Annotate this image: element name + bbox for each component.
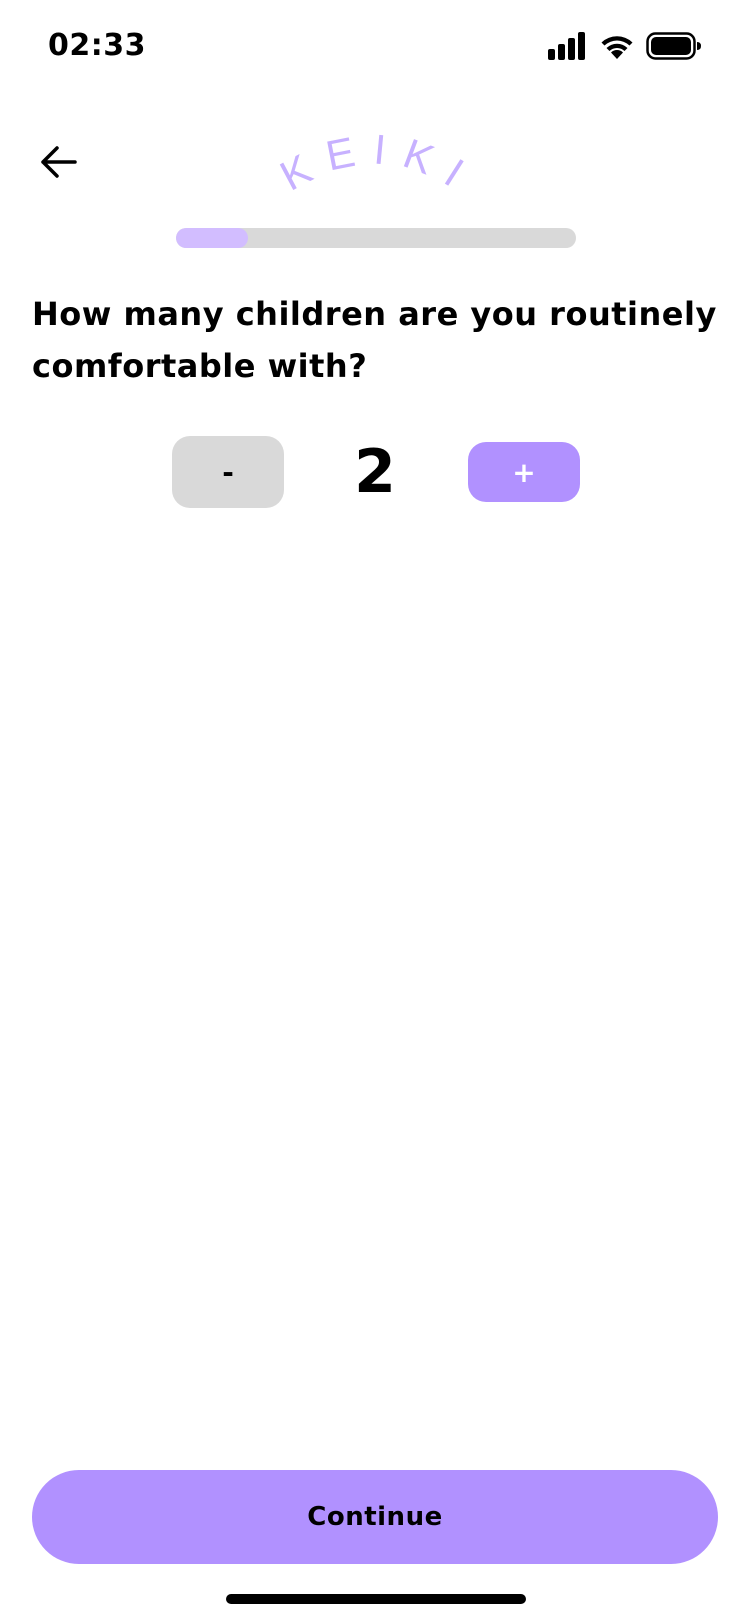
question-heading: How many children are you routinely comf…: [32, 295, 717, 385]
progress-fill: [176, 228, 248, 248]
logo-text-path: KEIKI: [275, 125, 469, 198]
increment-button[interactable]: +: [468, 442, 580, 502]
wifi-icon: [601, 36, 633, 59]
continue-button[interactable]: Continue: [32, 1470, 718, 1564]
arrow-left-icon: [41, 146, 77, 178]
back-button[interactable]: [36, 140, 80, 184]
logo-text: KEIKI: [275, 125, 475, 198]
decrement-button[interactable]: -: [172, 436, 284, 508]
status-time: 02:33: [48, 28, 146, 63]
cellular-signal-icon: [548, 32, 585, 60]
status-bar: 02:33: [0, 0, 750, 100]
home-indicator: [226, 1594, 526, 1604]
battery-icon: [646, 32, 701, 60]
status-icons: [548, 32, 702, 60]
keiki-logo: KEIKI: [275, 125, 475, 198]
children-count-value: 2: [354, 437, 396, 507]
progress-bar: [176, 228, 576, 248]
